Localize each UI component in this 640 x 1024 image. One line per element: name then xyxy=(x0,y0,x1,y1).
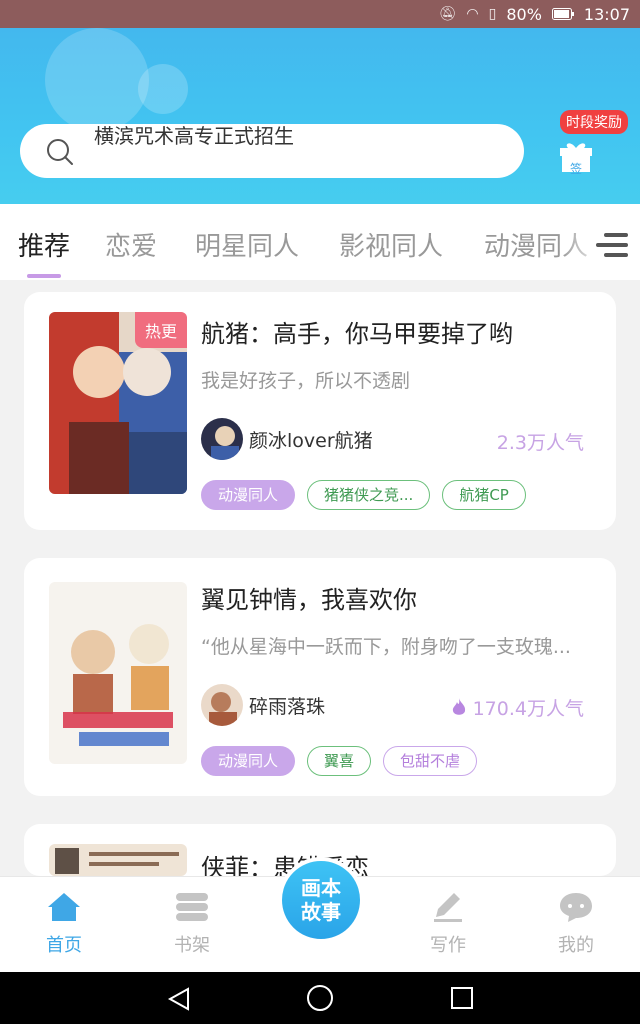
reward-button[interactable]: 时段奖励 签 xyxy=(554,108,628,178)
story-desc: 我是好孩子，所以不透剧 xyxy=(201,370,411,392)
pencil-icon xyxy=(434,893,462,922)
story-cover[interactable] xyxy=(49,582,187,764)
system-nav-bar xyxy=(0,972,640,1024)
bottom-nav: 首页 书架 画本 故事 写作 我的 xyxy=(0,857,640,972)
avatar xyxy=(201,418,243,460)
story-cover[interactable]: 热更 xyxy=(49,312,187,494)
menu-icon[interactable] xyxy=(596,230,630,260)
nav-picture-story[interactable]: 画本 故事 xyxy=(278,857,364,943)
nav-home[interactable]: 首页 xyxy=(24,891,104,957)
nav-center-line1: 画本 xyxy=(301,876,341,900)
tab-romance[interactable]: 恋爱 xyxy=(105,226,157,263)
status-bar: 🔕︎ ◠ ▯ 80% 13:07 xyxy=(0,0,640,28)
story-card[interactable]: 热更 航猪：高手，你马甲要掉了哟 我是好孩子，所以不透剧 颜冰lover航猪 2… xyxy=(24,292,616,530)
tab-film-fanfic[interactable]: 影视同人 xyxy=(339,226,443,263)
home-circle-icon[interactable] xyxy=(306,984,334,1012)
nav-label: 书架 xyxy=(174,935,210,956)
tag[interactable]: 猪猪侠之竞... xyxy=(307,480,431,510)
cover-illustration xyxy=(49,582,187,764)
story-desc: “他从星海中一跃而下，附身吻了一支玫瑰... xyxy=(201,636,571,658)
nav-shelf[interactable]: 书架 xyxy=(152,891,232,957)
tag[interactable]: 动漫同人 xyxy=(201,480,296,510)
story-title[interactable]: 航猪：高手，你马甲要掉了哟 xyxy=(201,314,513,349)
mute-icon: 🔕︎ xyxy=(438,6,457,22)
popularity: 2.3万人气 xyxy=(496,432,584,454)
nav-label: 写作 xyxy=(430,935,466,956)
tag[interactable]: 翼喜 xyxy=(307,746,372,776)
hot-badge: 热更 xyxy=(134,312,187,348)
sim-icon: ▯ xyxy=(488,6,497,22)
recents-icon[interactable] xyxy=(450,986,474,1010)
tab-recommend[interactable]: 推荐 xyxy=(18,226,70,263)
battery-percent: 80% xyxy=(506,4,542,24)
nav-label: 首页 xyxy=(46,935,82,956)
wifi-icon: ◠ xyxy=(466,6,479,22)
search-bar[interactable]: 横滨咒术高专正式招生 xyxy=(20,124,524,178)
author-name: 颜冰lover航猪 xyxy=(249,429,373,452)
story-author[interactable]: 碎雨落珠 xyxy=(201,684,325,726)
nav-write[interactable]: 写作 xyxy=(408,891,488,957)
bookshelf-icon xyxy=(176,893,208,921)
nav-mine[interactable]: 我的 xyxy=(536,891,616,957)
back-icon[interactable] xyxy=(166,986,192,1012)
decor-bubble xyxy=(138,64,188,114)
reward-badge: 时段奖励 xyxy=(560,110,628,134)
cover-illustration xyxy=(49,844,187,876)
avatar xyxy=(201,684,243,726)
flame-icon xyxy=(452,697,465,715)
search-icon xyxy=(47,139,73,165)
tag[interactable]: 包甜不虐 xyxy=(383,746,478,776)
story-author[interactable]: 颜冰lover航猪 xyxy=(201,418,373,460)
active-tab-indicator xyxy=(27,274,61,278)
nav-center-line2: 故事 xyxy=(301,900,341,924)
popularity-group: 170.4万人气 xyxy=(451,694,584,721)
header-banner: 横滨咒术高专正式招生 时段奖励 签 xyxy=(0,28,640,204)
story-card[interactable]: 翼见钟情，我喜欢你 “他从星海中一跃而下，附身吻了一支玫瑰... 碎雨落珠 17… xyxy=(24,558,616,796)
tag[interactable]: 动漫同人 xyxy=(201,746,296,776)
gift-box-label: 签 xyxy=(570,162,583,176)
author-name: 碎雨落珠 xyxy=(249,695,326,718)
popularity: 170.4万人气 xyxy=(472,698,584,720)
story-title[interactable]: 翼见钟情，我喜欢你 xyxy=(201,580,417,615)
story-tags: 动漫同人 翼喜 包甜不虐 xyxy=(201,746,478,776)
chat-bubble-icon xyxy=(560,893,592,922)
clock: 13:07 xyxy=(583,4,630,24)
battery-icon xyxy=(551,8,574,20)
tag[interactable]: 航猪CP xyxy=(442,480,526,510)
category-tabs: 推荐 恋爱 明星同人 影视同人 动漫同人 xyxy=(0,204,640,280)
story-cover[interactable] xyxy=(49,844,187,876)
story-tags: 动漫同人 猪猪侠之竞... 航猪CP xyxy=(201,480,526,510)
nav-label: 我的 xyxy=(558,935,594,956)
search-placeholder: 横滨咒术高专正式招生 xyxy=(94,124,294,148)
home-icon xyxy=(48,893,80,921)
tab-celebrity-fanfic[interactable]: 明星同人 xyxy=(195,226,299,263)
decor-bubble xyxy=(45,28,149,132)
